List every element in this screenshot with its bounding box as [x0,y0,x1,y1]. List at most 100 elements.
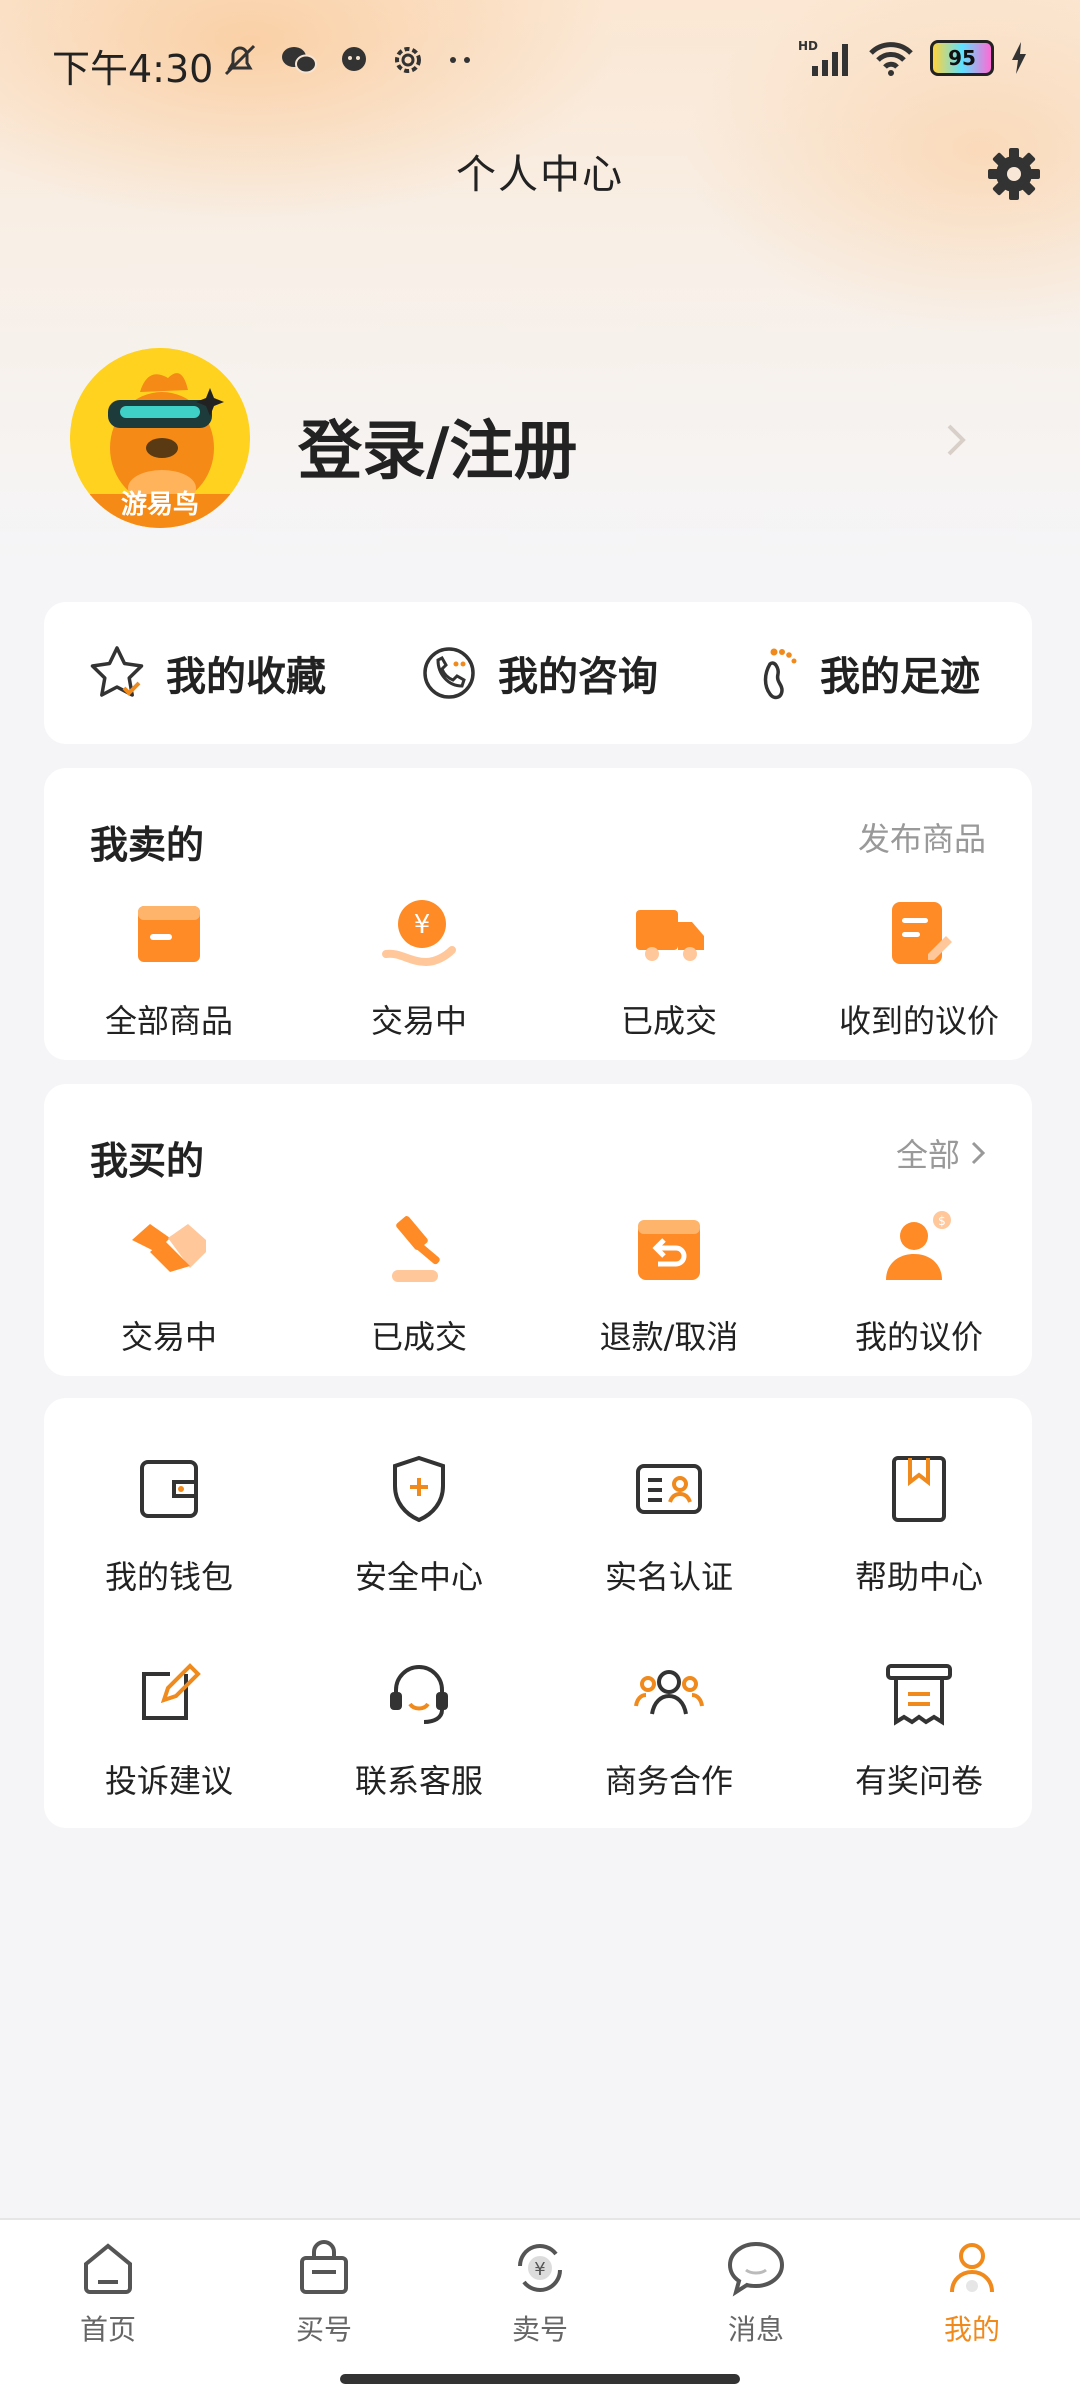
login-register-link[interactable]: 登录/注册 [298,400,577,492]
signal-icon: HD [798,39,848,76]
selling-completed[interactable]: 已成交 [544,888,794,1042]
chevron-right-icon [971,1141,986,1165]
real-name-auth-item[interactable]: 实名认证 [544,1444,794,1598]
selling-all-products[interactable]: 全部商品 [44,888,294,1042]
note-edit-icon [892,902,952,964]
shopping-bag-icon [300,2240,348,2294]
tab-messages[interactable]: 消息 [656,2236,856,2348]
wallet-item[interactable]: 我的钱包 [44,1444,294,1598]
status-time: 下午4:30 [52,47,214,91]
chat-app-icon [342,47,366,71]
buying-in-trade-label: 交易中 [120,1318,217,1356]
person-bid-icon: $ [886,1211,951,1280]
buying-completed[interactable]: 已成交 [294,1204,544,1358]
edit-icon [142,1663,201,1720]
star-icon [90,646,144,697]
gear-icon[interactable] [985,145,1043,203]
user-icon [950,2243,994,2293]
complaint-item[interactable]: 投诉建议 [44,1648,294,1802]
receipt-icon [886,1664,952,1726]
consultation-link[interactable]: 我的咨询 [418,602,658,744]
buying-completed-label: 已成交 [370,1318,467,1356]
status-notification-icons [220,40,476,80]
page-title: 个人中心 [456,152,624,198]
headset-icon [390,1665,448,1724]
svg-text:$: $ [938,1214,946,1228]
tab-buy-label: 买号 [295,2313,352,2346]
selling-in-trade-label: 交易中 [370,1002,467,1040]
security-center-label: 安全中心 [354,1558,483,1596]
buying-title: 我买的 [90,1139,205,1183]
security-center-item[interactable]: 安全中心 [294,1444,544,1598]
wechat-icon [282,47,317,74]
quick-links-card: 我的收藏 我的咨询 我的足迹 [44,602,1032,744]
help-center-label: 帮助中心 [854,1558,983,1596]
tab-buy[interactable]: 买号 [224,2236,424,2348]
survey-item[interactable]: 有奖问卷 [794,1648,1044,1802]
real-name-auth-label: 实名认证 [604,1558,733,1596]
buying-in-trade[interactable]: 交易中 [44,1204,294,1358]
buying-refund-cancel[interactable]: 退款/取消 [544,1204,794,1358]
publish-product-label: 发布商品 [857,820,986,858]
wallet-icon [140,1460,198,1518]
chat-bubble-icon [727,2241,785,2297]
footprint-icon [763,648,797,700]
selling-received-bids[interactable]: 收到的议价 [794,888,1044,1042]
consultation-label: 我的咨询 [498,654,658,700]
selling-completed-label: 已成交 [620,1002,717,1040]
buying-all-link[interactable]: 全部 [896,1130,986,1176]
charging-icon [1012,42,1026,74]
selling-card: 我卖的 发布商品 全部商品 ¥ 交易中 已成交 收到的议价 [44,768,1032,1060]
customer-service-label: 联系客服 [354,1762,483,1800]
footprints-label: 我的足迹 [820,654,980,700]
business-cooperation-item[interactable]: 商务合作 [544,1648,794,1802]
selling-received-bids-label: 收到的议价 [838,1002,999,1040]
footprints-link[interactable]: 我的足迹 [752,602,980,744]
more-dots-icon [450,57,470,63]
box-icon [138,906,200,962]
favorites-link[interactable]: 我的收藏 [86,602,326,744]
exchange-coin-icon: ¥ [518,2244,562,2292]
tab-messages-label: 消息 [727,2313,784,2346]
tab-sell-label: 卖号 [511,2313,568,2346]
refund-box-icon [638,1220,700,1280]
id-card-icon [636,1464,702,1514]
handshake-icon [132,1224,206,1272]
truck-icon [636,910,704,961]
tab-mine-label: 我的 [943,2313,1000,2346]
tab-sell[interactable]: ¥ 卖号 [440,2236,640,2348]
bookmark-icon [892,1456,946,1522]
publish-product-link[interactable]: 发布商品 [858,814,986,860]
tab-mine[interactable]: 我的 [872,2236,1072,2348]
buying-my-bids[interactable]: $ 我的议价 [794,1204,1044,1358]
selling-title: 我卖的 [90,823,205,867]
home-indicator[interactable] [340,2374,740,2384]
status-bar: 下午4:30 HD 95 [0,0,1080,120]
tab-home[interactable]: 首页 [8,2236,208,2348]
phone-chat-icon [423,647,475,699]
selling-all-products-label: 全部商品 [104,1002,233,1040]
battery-indicator: 95 [930,40,994,76]
avatar-brand-text: 游易鸟 [120,490,199,520]
buying-my-bids-label: 我的议价 [854,1318,983,1356]
services-card: 我的钱包 安全中心 实名认证 帮助中心 投诉建议 联系客服 商务合作 有奖问卷 [44,1398,1032,1828]
wifi-icon [869,42,913,76]
help-center-item[interactable]: 帮助中心 [794,1444,1044,1598]
business-cooperation-label: 商务合作 [604,1762,733,1800]
network-label: HD [798,39,818,53]
favorites-label: 我的收藏 [166,654,326,700]
wallet-label: 我的钱包 [104,1558,233,1596]
complaint-label: 投诉建议 [104,1762,233,1800]
tab-home-label: 首页 [79,2313,136,2346]
coin-hand-icon: ¥ [382,900,456,967]
svg-text:¥: ¥ [534,2259,545,2280]
group-icon [634,1670,704,1715]
customer-service-item[interactable]: 联系客服 [294,1648,544,1802]
home-icon [84,2243,132,2294]
buying-card: 我买的 全部 交易中 已成交 退款/取消 $ 我的议价 [44,1084,1032,1376]
survey-label: 有奖问卷 [854,1762,983,1800]
chevron-right-icon[interactable] [945,422,969,458]
status-right-icons: HD 95 [798,38,1028,78]
selling-in-trade[interactable]: ¥ 交易中 [294,888,544,1042]
mute-icon [224,44,256,76]
